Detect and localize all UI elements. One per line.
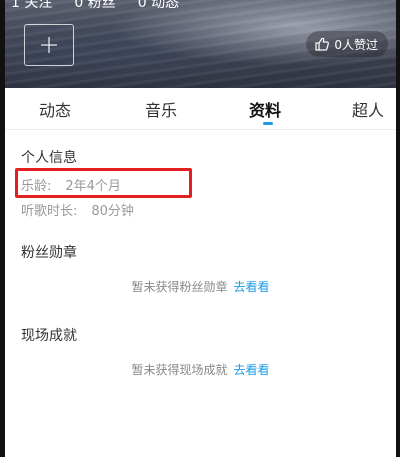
profile-screen: 1 关注 0 粉丝 0 动态 0人赞过 动态 音乐 资料 超人 个人信息 乐龄:…	[5, 0, 396, 457]
plus-icon	[41, 37, 57, 53]
tab-posts[interactable]: 动态	[39, 97, 71, 121]
add-photo-button[interactable]	[24, 24, 74, 66]
profile-tab-bar: 动态 音乐 资料 超人	[5, 88, 396, 130]
live-achievements-title: 现场成就	[21, 328, 77, 344]
stat-following[interactable]: 1 关注	[11, 0, 52, 12]
live-achievements-empty: 暂未获得现场成就 去看看	[5, 361, 396, 378]
listening-time-label: 听歌时长:	[21, 204, 78, 219]
tab-music[interactable]: 音乐	[145, 97, 177, 121]
profile-header: 1 关注 0 粉丝 0 动态 0人赞过	[5, 0, 396, 88]
highlight-annotation-box	[15, 168, 192, 198]
device-frame: 1 关注 0 粉丝 0 动态 0人赞过 动态 音乐 资料 超人 个人信息 乐龄:…	[0, 0, 400, 457]
fan-badges-title: 粉丝勋章	[21, 245, 77, 261]
profile-stats: 1 关注 0 粉丝 0 动态	[11, 0, 179, 12]
personal-info-title: 个人信息	[21, 150, 77, 166]
live-achievements-link[interactable]: 去看看	[234, 363, 270, 377]
stat-fans[interactable]: 0 粉丝	[74, 0, 115, 12]
active-tab-indicator	[263, 122, 273, 125]
like-count-pill[interactable]: 0人赞过	[306, 31, 388, 57]
stat-posts[interactable]: 0 动态	[138, 0, 179, 12]
fan-badges-link[interactable]: 去看看	[234, 280, 270, 294]
tab-profile[interactable]: 资料	[249, 97, 281, 121]
listening-time-row: 听歌时长: 80分钟	[21, 200, 134, 219]
thumbs-up-icon	[315, 37, 330, 51]
live-achievements-empty-text: 暂未获得现场成就	[131, 363, 228, 377]
tab-superman[interactable]: 超人	[352, 97, 384, 121]
like-count-label: 0人赞过	[334, 37, 378, 52]
fan-badges-empty-text: 暂未获得粉丝勋章	[131, 280, 228, 294]
fan-badges-empty: 暂未获得粉丝勋章 去看看	[5, 278, 396, 295]
listening-time-value: 80分钟	[91, 204, 134, 219]
